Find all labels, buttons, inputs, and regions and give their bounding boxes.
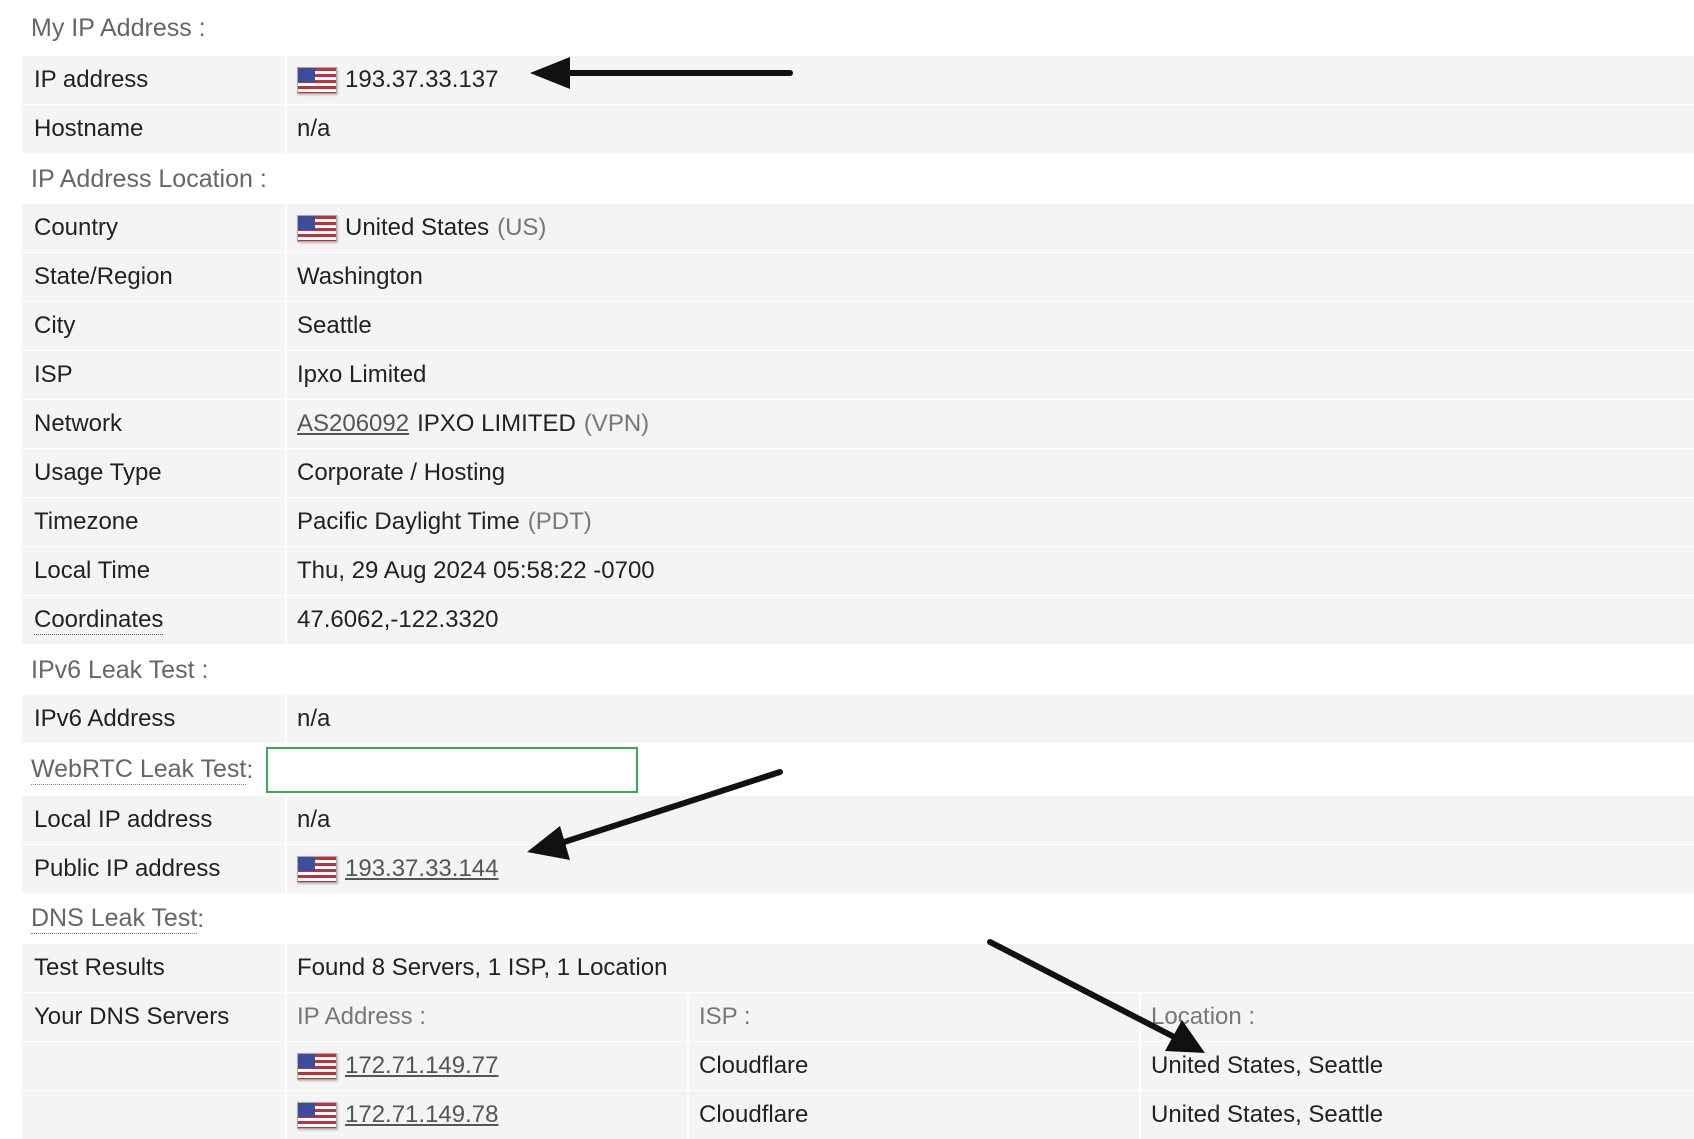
value-local-time: Thu, 29 Aug 2024 05:58:22 -0700 xyxy=(287,547,1694,595)
label-test-results: Test Results xyxy=(22,944,287,992)
value-public-ip: 193.37.33.144 xyxy=(287,845,1694,893)
section-title-ipv6: IPv6 Leak Test : xyxy=(22,645,1694,695)
label-ip-address: IP address xyxy=(22,56,287,104)
label-country: Country xyxy=(22,204,287,252)
value-test-results: Found 8 Servers, 1 ISP, 1 Location xyxy=(287,944,1694,992)
value-state: Washington xyxy=(287,253,1694,301)
label-timezone: Timezone xyxy=(22,498,287,546)
ip-info-panel: My IP Address : IP address 193.37.33.137… xyxy=(22,0,1694,1139)
dns-title-colon: : xyxy=(197,904,205,933)
asn-link[interactable]: AS206092 xyxy=(297,410,409,438)
us-flag-icon xyxy=(297,855,337,883)
row-coordinates: Coordinates 47.6062,-122.3320 xyxy=(22,596,1694,645)
dns-server-row: 172.71.149.77 Cloudflare United States, … xyxy=(22,1041,1694,1090)
dns-server-location: United States, Seattle xyxy=(1141,1042,1694,1090)
label-isp: ISP xyxy=(22,351,287,399)
label-local-ip: Local IP address xyxy=(22,796,287,844)
section-title-dns[interactable]: DNS Leak Test : xyxy=(22,894,1694,944)
value-usage-type: Corporate / Hosting xyxy=(287,449,1694,497)
value-timezone: Pacific Daylight Time (PDT) xyxy=(287,498,1694,546)
row-isp: ISP Ipxo Limited xyxy=(22,351,1694,400)
value-ip-address: 193.37.33.137 xyxy=(287,56,1694,104)
timezone-text: Pacific Daylight Time xyxy=(297,508,520,535)
dns-server-ip-cell: 172.71.149.77 xyxy=(287,1042,689,1090)
section-title-location: IP Address Location : xyxy=(22,154,1694,204)
label-public-ip: Public IP address xyxy=(22,845,287,893)
webrtc-title-text[interactable]: WebRTC Leak Test xyxy=(31,755,247,785)
dns-header-isp: ISP : xyxy=(689,993,1141,1041)
coordinates-label-text[interactable]: Coordinates xyxy=(34,606,164,635)
section-title-my-ip: My IP Address : xyxy=(22,0,1694,56)
row-network: Network AS206092 IPXO LIMITED (VPN) xyxy=(22,400,1694,449)
network-name: IPXO LIMITED xyxy=(417,410,576,437)
label-coordinates[interactable]: Coordinates xyxy=(22,596,287,644)
row-usage-type: Usage Type Corporate / Hosting xyxy=(22,449,1694,498)
dns-server-ip-link[interactable]: 172.71.149.78 xyxy=(345,1101,498,1129)
label-state: State/Region xyxy=(22,253,287,301)
us-flag-icon xyxy=(297,214,337,242)
row-local-time: Local Time Thu, 29 Aug 2024 05:58:22 -07… xyxy=(22,547,1694,596)
row-country: Country United States (US) xyxy=(22,204,1694,253)
dns-server-isp: Cloudflare xyxy=(689,1042,1141,1090)
row-public-ip: Public IP address 193.37.33.144 xyxy=(22,845,1694,894)
us-flag-icon xyxy=(297,1052,337,1080)
label-usage-type: Usage Type xyxy=(22,449,287,497)
value-local-ip: n/a xyxy=(287,796,1694,844)
webrtc-title-colon: : xyxy=(246,755,254,784)
value-ipv6-address: n/a xyxy=(287,695,1694,743)
row-ip-address: IP address 193.37.33.137 xyxy=(22,56,1694,105)
webrtc-header-row: WebRTC Leak Test : xyxy=(22,744,1694,796)
network-type: (VPN) xyxy=(583,410,650,437)
highlight-box xyxy=(266,747,638,793)
value-hostname: n/a xyxy=(287,105,1694,153)
label-dns-servers: Your DNS Servers xyxy=(22,993,287,1041)
section-title-webrtc[interactable]: WebRTC Leak Test : xyxy=(22,744,259,796)
us-flag-icon xyxy=(297,66,337,94)
timezone-abbr: (PDT) xyxy=(527,508,592,535)
dns-servers-header: Your DNS Servers IP Address : ISP : Loca… xyxy=(22,993,1694,1041)
dns-header-ip: IP Address : xyxy=(287,993,689,1041)
row-state: State/Region Washington xyxy=(22,253,1694,302)
value-isp: Ipxo Limited xyxy=(287,351,1694,399)
dns-title-text[interactable]: DNS Leak Test xyxy=(31,904,198,934)
label-local-time: Local Time xyxy=(22,547,287,595)
value-coordinates: 47.6062,-122.3320 xyxy=(287,596,1694,644)
label-hostname: Hostname xyxy=(22,105,287,153)
row-test-results: Test Results Found 8 Servers, 1 ISP, 1 L… xyxy=(22,944,1694,993)
value-country: United States (US) xyxy=(287,204,1694,252)
row-local-ip: Local IP address n/a xyxy=(22,796,1694,845)
ip-address-text: 193.37.33.137 xyxy=(345,66,499,93)
dns-header-location: Location : xyxy=(1141,993,1694,1041)
label-city: City xyxy=(22,302,287,350)
label-network: Network xyxy=(22,400,287,448)
country-code: (US) xyxy=(497,214,547,241)
dns-server-ip-link[interactable]: 172.71.149.77 xyxy=(345,1052,498,1080)
label-ipv6-address: IPv6 Address xyxy=(22,695,287,743)
row-timezone: Timezone Pacific Daylight Time (PDT) xyxy=(22,498,1694,547)
value-city: Seattle xyxy=(287,302,1694,350)
us-flag-icon xyxy=(297,1101,337,1129)
dns-row-spacer xyxy=(22,1042,287,1090)
row-hostname: Hostname n/a xyxy=(22,105,1694,154)
row-city: City Seattle xyxy=(22,302,1694,351)
public-ip-link[interactable]: 193.37.33.144 xyxy=(345,855,498,883)
country-text: United States xyxy=(345,214,490,241)
value-network: AS206092 IPXO LIMITED (VPN) xyxy=(287,400,1694,448)
row-ipv6-address: IPv6 Address n/a xyxy=(22,695,1694,744)
